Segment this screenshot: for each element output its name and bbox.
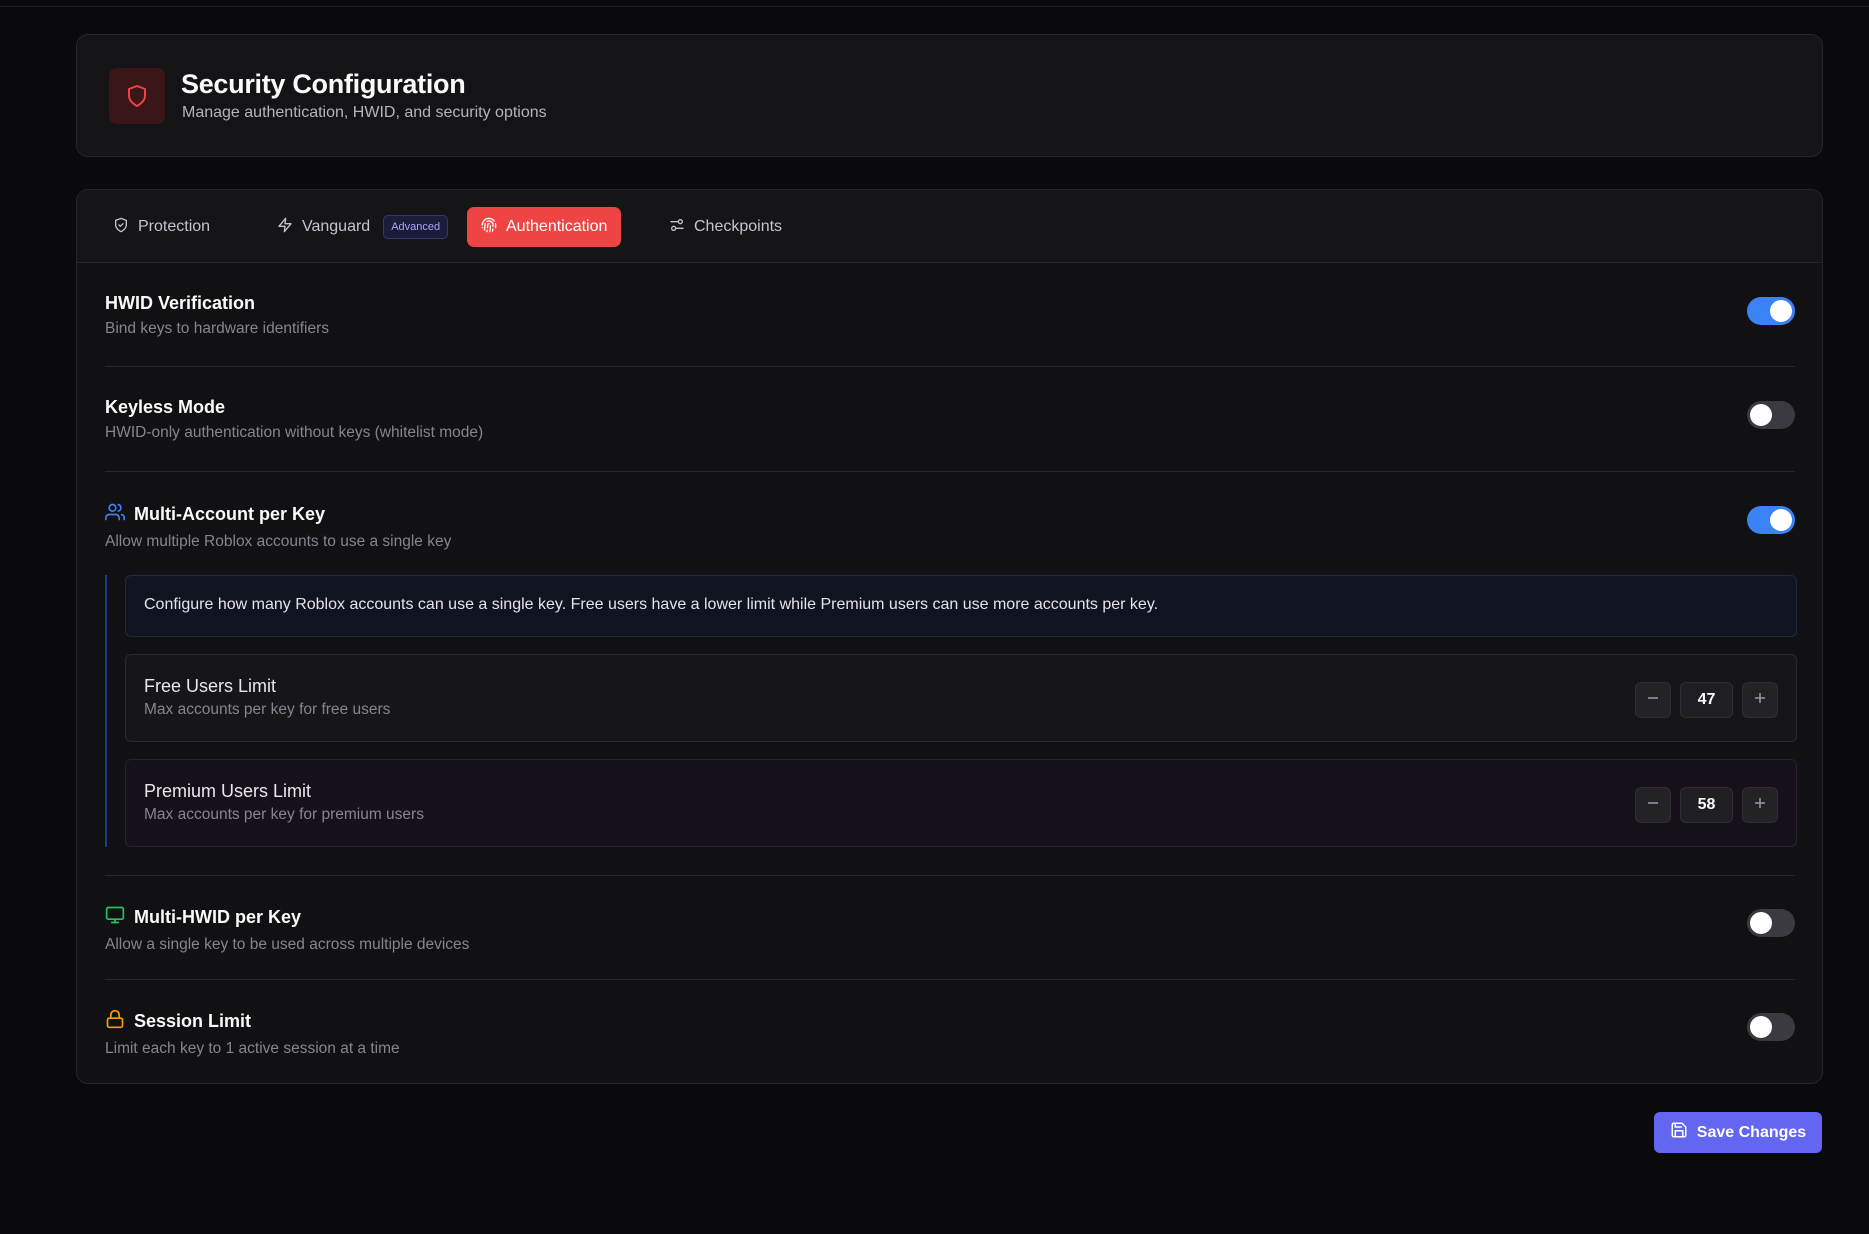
setting-hwid-verification: HWID Verification Bind keys to hardware … xyxy=(105,293,1795,338)
lightning-icon xyxy=(277,217,293,238)
tab-bar: Protection Vanguard Advanced Authenticat… xyxy=(77,190,1822,263)
setting-title-row: Multi-HWID per Key xyxy=(105,905,1795,930)
multi-account-toggle[interactable] xyxy=(1747,506,1795,534)
toggle-knob xyxy=(1750,1016,1772,1038)
premium-users-limit-card: Premium Users Limit Max accounts per key… xyxy=(125,759,1797,847)
divider xyxy=(105,875,1795,876)
toggle-knob xyxy=(1750,912,1772,934)
tab-label: Checkpoints xyxy=(694,218,783,235)
minus-icon xyxy=(1647,691,1659,709)
lock-icon xyxy=(105,1009,125,1034)
tab-label: Protection xyxy=(138,218,211,235)
toggle-knob xyxy=(1770,509,1792,531)
setting-title: Multi-HWID per Key xyxy=(134,907,302,927)
limit-description: Max accounts per key for free users xyxy=(144,701,391,718)
save-changes-button[interactable]: Save Changes xyxy=(1654,1112,1822,1153)
premium-users-value[interactable]: 58 xyxy=(1680,787,1733,823)
setting-title-row: Multi-Account per Key xyxy=(105,502,1795,527)
toggle-knob xyxy=(1750,404,1772,426)
setting-description: Bind keys to hardware identifiers xyxy=(105,320,330,337)
limit-title: Free Users Limit xyxy=(144,676,277,696)
setting-description: HWID-only authentication without keys (w… xyxy=(105,424,484,441)
decrement-button[interactable] xyxy=(1635,682,1671,718)
minus-icon xyxy=(1647,796,1659,814)
page-title: Security Configuration xyxy=(181,69,466,99)
multi-account-config: Configure how many Roblox accounts can u… xyxy=(105,575,1797,847)
free-users-value[interactable]: 47 xyxy=(1680,682,1733,718)
setting-title: HWID Verification xyxy=(105,293,256,313)
shield-icon xyxy=(109,68,165,124)
free-users-limit-card: Free Users Limit Max accounts per key fo… xyxy=(125,654,1797,742)
setting-description: Allow multiple Roblox accounts to use a … xyxy=(105,533,452,550)
shield-check-icon xyxy=(113,217,129,238)
limit-description: Max accounts per key for premium users xyxy=(144,806,424,823)
tab-authentication[interactable]: Authentication xyxy=(467,207,622,247)
info-message: Configure how many Roblox accounts can u… xyxy=(125,575,1797,637)
save-label: Save Changes xyxy=(1696,1123,1807,1141)
premium-users-stepper: 58 xyxy=(1635,787,1778,823)
setting-keyless-mode: Keyless Mode HWID-only authentication wi… xyxy=(105,397,1795,442)
save-icon xyxy=(1670,1121,1688,1144)
users-icon xyxy=(105,502,125,527)
keyless-mode-toggle[interactable] xyxy=(1747,401,1795,429)
tab-label: Vanguard xyxy=(302,218,371,235)
tab-vanguard[interactable]: Vanguard Advanced xyxy=(263,207,462,247)
page-subtitle: Manage authentication, HWID, and securit… xyxy=(182,104,547,121)
tab-label: Authentication xyxy=(506,218,608,235)
setting-description: Limit each key to 1 active session at a … xyxy=(105,1040,400,1057)
increment-button[interactable] xyxy=(1742,682,1778,718)
multi-hwid-toggle[interactable] xyxy=(1747,909,1795,937)
fingerprint-icon xyxy=(481,217,497,238)
setting-title: Session Limit xyxy=(134,1011,252,1031)
setting-description: Allow a single key to be used across mul… xyxy=(105,936,470,953)
page-header: Security Configuration Manage authentica… xyxy=(76,34,1823,157)
setting-multi-hwid: Multi-HWID per Key Allow a single key to… xyxy=(105,905,1795,954)
setting-multi-account: Multi-Account per Key Allow multiple Rob… xyxy=(105,502,1795,551)
sliders-icon xyxy=(669,217,685,238)
setting-session-limit: Session Limit Limit each key to 1 active… xyxy=(105,1009,1795,1058)
divider xyxy=(105,979,1795,980)
top-border xyxy=(0,6,1869,7)
settings-panel: Protection Vanguard Advanced Authenticat… xyxy=(76,189,1823,1084)
free-users-stepper: 47 xyxy=(1635,682,1778,718)
increment-button[interactable] xyxy=(1742,787,1778,823)
advanced-badge: Advanced xyxy=(383,215,449,239)
plus-icon xyxy=(1754,796,1766,814)
setting-title: Keyless Mode xyxy=(105,397,226,417)
monitor-icon xyxy=(105,905,125,930)
divider xyxy=(105,366,1795,367)
divider xyxy=(105,471,1795,472)
tab-checkpoints[interactable]: Checkpoints xyxy=(655,207,796,247)
setting-title: Multi-Account per Key xyxy=(134,504,326,524)
tab-protection[interactable]: Protection xyxy=(99,207,224,247)
limit-title: Premium Users Limit xyxy=(144,781,312,801)
setting-title-row: Session Limit xyxy=(105,1009,1795,1034)
session-limit-toggle[interactable] xyxy=(1747,1013,1795,1041)
plus-icon xyxy=(1754,691,1766,709)
hwid-verification-toggle[interactable] xyxy=(1747,297,1795,325)
toggle-knob xyxy=(1770,300,1792,322)
decrement-button[interactable] xyxy=(1635,787,1671,823)
